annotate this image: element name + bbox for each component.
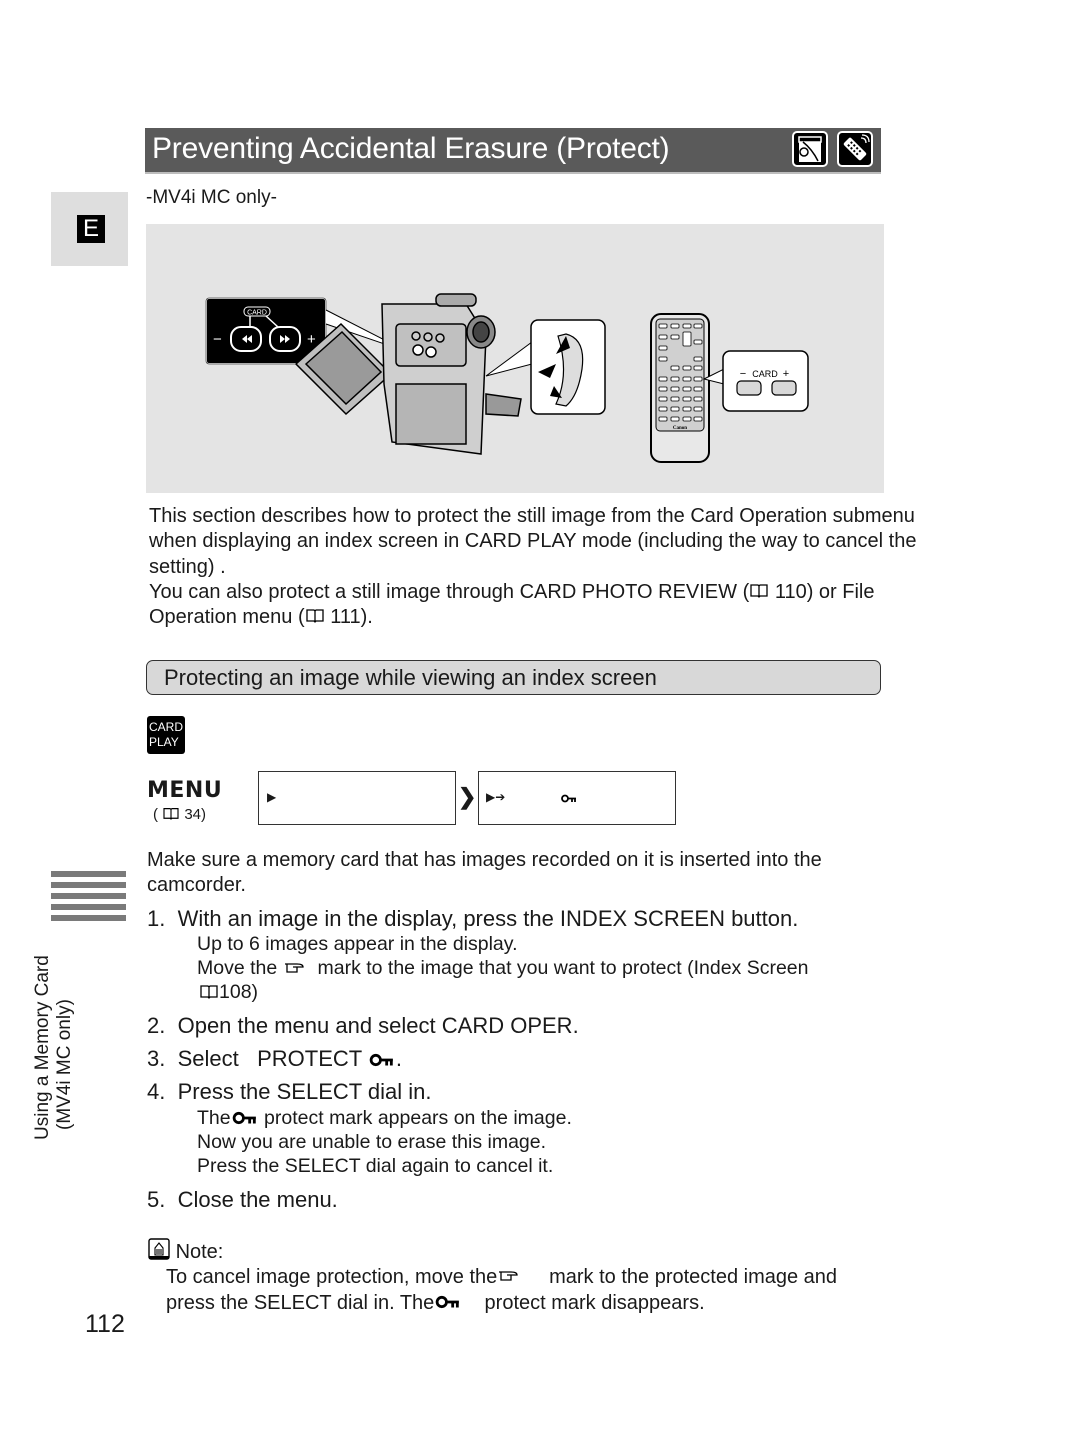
note-line-1: To cancel image protection, move the mar… [166,1265,837,1290]
step-4-sub-2: Now you are unable to erase this image. [197,1131,547,1153]
language-letter: E [77,215,105,243]
remote-card-label: CARD [752,369,778,379]
remote-brand: Canon [673,426,687,431]
svg-text:+: + [307,331,316,348]
book-icon [162,806,180,824]
step-1-sub-1: Up to 6 images appear in the display. [197,933,518,955]
remote-control-drawing: Canon [650,313,710,463]
language-tab: E [51,192,128,266]
svg-text:−: − [740,368,746,380]
protect-key-icon [231,1107,259,1132]
book-icon [199,981,219,1006]
step-5: 5. Close the menu. [147,1187,338,1212]
note-line-2: press the SELECT dial in. The protect ma… [166,1291,705,1316]
book-icon [305,605,325,630]
step-3: 3. Select PROTECT . [147,1045,402,1074]
intro-line-1: This section describes how to protect th… [149,505,917,578]
menu-pointer-icon: ▶➔ [486,790,506,804]
protect-key-icon [561,792,577,806]
remote-card-buttons-callout [722,350,809,412]
menu-next-chevron-icon: ❯ [458,784,477,809]
camcorder-illustration: CARD − + Canon CARD − + [146,224,884,493]
chapter-title: Using a Memory Card [32,955,53,1140]
section-title: Protecting an image while viewing an ind… [164,665,657,690]
page-title: Preventing Accidental Erasure (Protect) [152,132,670,165]
camera-card-label: CARD [247,310,267,317]
menu-pointer-icon: ▶ [267,790,277,804]
svg-text:−: − [213,331,222,348]
chapter-subtitle: (MV4i MC only) [54,999,75,1130]
pointer-hand-icon [497,1265,521,1290]
step-1-sub-2: Move the mark to the image that you want… [197,956,809,981]
chapter-side-label: Using a Memory Card (MV4i MC only) [32,940,76,1140]
wireless-remote-icon [837,131,873,167]
intro-paragraph: This section describes how to protect th… [149,504,939,631]
menu-label: MENU [147,778,223,803]
chapter-marker-bars [51,871,126,926]
svg-text:+: + [783,368,789,380]
model-note: -MV4i MC only- [146,187,277,208]
page-number: 112 [85,1310,125,1338]
note-icon [148,1238,170,1267]
section-header: Protecting an image while viewing an ind… [146,660,881,695]
step-1: 1. With an image in the display, press t… [147,906,799,931]
step-2: 2. Open the menu and select CARD OPER. [147,1013,579,1038]
protect-key-icon [368,1046,396,1074]
page-title-bar: Preventing Accidental Erasure (Protect) [145,128,881,174]
step-1-sub-3: 108) [199,980,258,1005]
protect-key-icon [434,1291,462,1316]
intro-line-2: You can also protect a still image throu… [149,580,939,631]
step-4-sub-1: The protect mark appears on the image. [197,1106,572,1131]
pointer-hand-icon [283,957,307,982]
prerequisite-note: Make sure a memory card that has images … [147,849,822,897]
note-heading: Note: [148,1238,223,1267]
step-4: 4. Press the SELECT dial in. [147,1079,432,1104]
menu-step-box-protect: ▶➔ [478,771,676,825]
step-4-sub-3: Press the SELECT dial again to cancel it… [197,1155,554,1177]
menu-step-box-card-oper: ▶ [258,771,456,825]
camcorder-lcd-icon [792,131,828,167]
book-icon [749,580,769,605]
card-play-mode-badge: CARD PLAY [147,716,185,754]
menu-page-ref: ( 34) [153,806,207,824]
